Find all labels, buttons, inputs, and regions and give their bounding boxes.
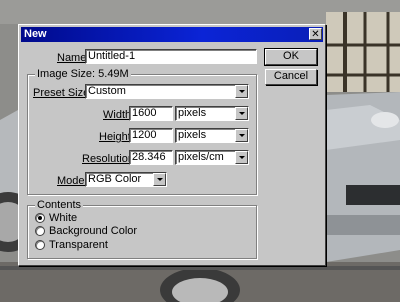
mode-value: RGB Color <box>88 173 142 185</box>
cancel-button[interactable]: Cancel <box>265 69 317 85</box>
radio-white-label[interactable]: White <box>49 212 77 224</box>
resolution-input[interactable]: 28.346 <box>129 150 173 165</box>
chevron-down-icon[interactable] <box>235 129 248 142</box>
radio-background-color[interactable] <box>35 226 45 236</box>
mode-label: Mode: <box>57 175 88 187</box>
chevron-down-icon[interactable] <box>235 107 248 120</box>
ok-button[interactable]: OK <box>264 48 318 66</box>
preset-sizes-value: Custom <box>88 85 126 97</box>
radio-transparent[interactable] <box>35 240 45 250</box>
resolution-unit-select[interactable]: pixels/cm <box>175 150 249 165</box>
chevron-down-icon[interactable] <box>153 173 166 186</box>
height-unit-select[interactable]: pixels <box>175 128 249 143</box>
name-input[interactable]: Untitled-1 <box>85 49 257 64</box>
image-size-label: Image Size: 5.49M <box>35 68 131 80</box>
height-input[interactable]: 1200 <box>129 128 173 143</box>
resolution-unit-value: pixels/cm <box>178 151 224 163</box>
contents-label: Contents <box>35 199 84 211</box>
new-document-dialog: New ✕ Name: Untitled-1 OK Cancel Image S… <box>18 24 326 266</box>
height-unit-value: pixels <box>178 129 207 141</box>
width-input[interactable]: 1600 <box>129 106 173 121</box>
radio-transparent-label[interactable]: Transparent <box>49 239 108 251</box>
dialog-title-bar[interactable]: New ✕ <box>21 27 323 42</box>
close-button[interactable]: ✕ <box>309 28 322 40</box>
radio-white[interactable] <box>35 213 45 223</box>
radio-background-color-label[interactable]: Background Color <box>49 225 137 237</box>
dialog-title: New <box>24 28 47 40</box>
close-icon: ✕ <box>311 29 320 40</box>
width-unit-select[interactable]: pixels <box>175 106 249 121</box>
chevron-down-icon[interactable] <box>235 85 248 98</box>
chevron-down-icon[interactable] <box>235 151 248 164</box>
preset-sizes-select[interactable]: Custom <box>85 84 249 99</box>
mode-select[interactable]: RGB Color <box>85 172 167 187</box>
width-unit-value: pixels <box>178 107 207 119</box>
